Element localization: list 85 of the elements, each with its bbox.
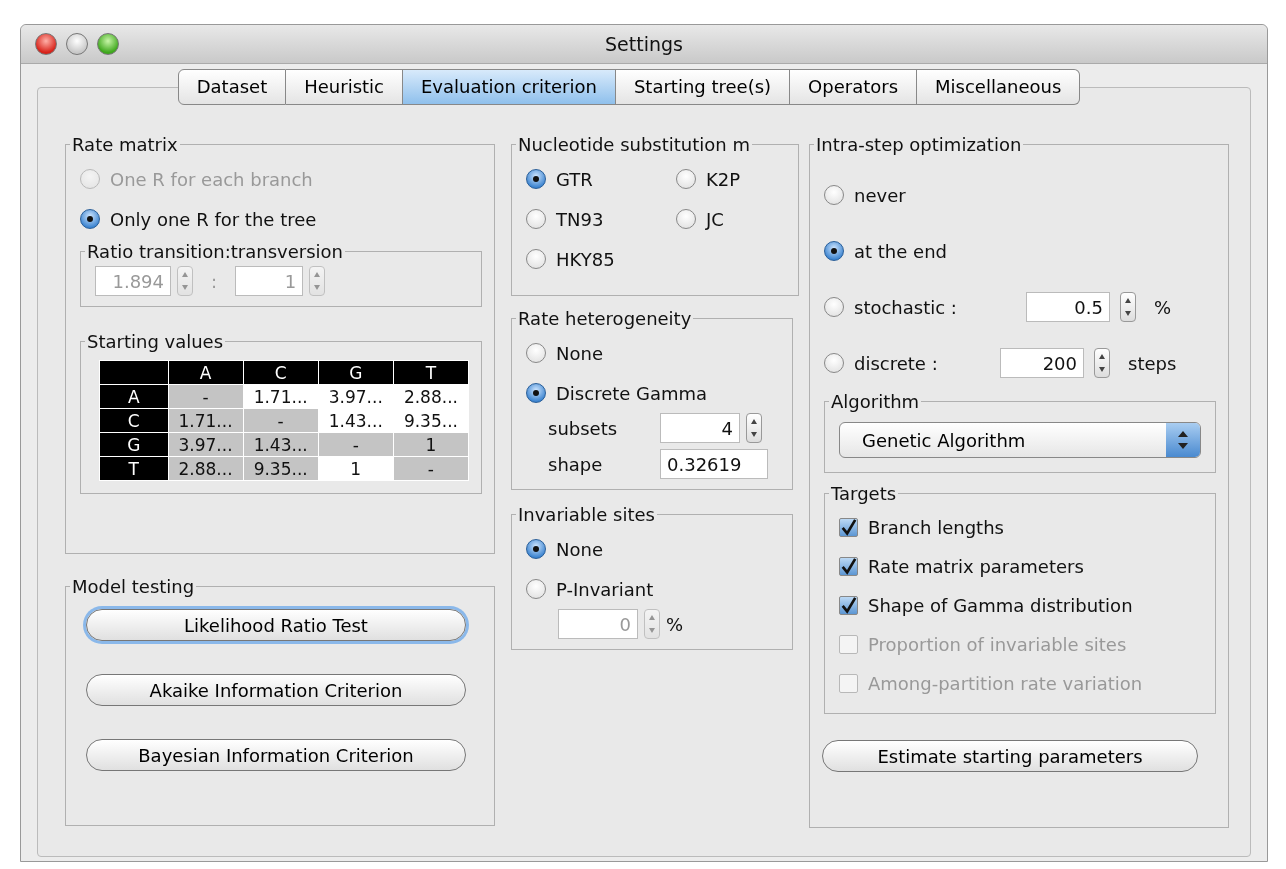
checkbox-label: Rate matrix parameters: [868, 556, 1084, 577]
field-label: shape: [548, 453, 604, 475]
tab[interactable]: Miscellaneous: [917, 69, 1081, 105]
radio-button[interactable]: [526, 579, 546, 599]
column-header: C: [243, 360, 319, 385]
radio-label: Discrete Gamma: [556, 382, 708, 404]
radio-label: One R for each branch: [110, 168, 313, 190]
tab[interactable]: Heuristic: [286, 69, 403, 105]
checkbox[interactable]: [839, 518, 858, 537]
group-title: Nucleotide substitution m: [517, 134, 751, 155]
radio-label: GTR: [556, 168, 593, 190]
field-label: subsets: [548, 417, 619, 439]
group-title: Invariable sites: [517, 504, 656, 525]
radio-label: JC: [706, 208, 724, 230]
radio-button[interactable]: [824, 241, 844, 261]
group-title: Targets: [830, 483, 898, 504]
radio-label: stochastic :: [854, 296, 958, 318]
unit-label: %: [1154, 296, 1172, 318]
test-button[interactable]: Bayesian Information Criterion: [86, 739, 466, 771]
group-title: Rate matrix: [71, 134, 179, 155]
window-title: Settings: [605, 33, 683, 55]
radio-button[interactable]: [526, 539, 546, 559]
checkbox-label: Shape of Gamma distribution: [868, 595, 1133, 616]
column-header: T: [393, 360, 469, 385]
row-header: C: [99, 408, 168, 433]
radio-button[interactable]: [824, 353, 844, 373]
separator-text: :: [211, 270, 218, 292]
tab[interactable]: Dataset: [177, 69, 287, 105]
tab[interactable]: Operators: [790, 69, 918, 105]
tab[interactable]: Evaluation criterion: [403, 69, 616, 105]
test-button[interactable]: Likelihood Ratio Test: [86, 609, 466, 641]
group-title: Ratio transition:transversion: [86, 241, 344, 262]
row-header: G: [99, 432, 168, 457]
number-field[interactable]: 200: [1000, 348, 1084, 378]
number-field[interactable]: 4: [660, 413, 740, 443]
radio-label: None: [556, 538, 603, 560]
estimate-button[interactable]: Estimate starting parameters: [822, 740, 1198, 772]
number-field[interactable]: 0.32619: [660, 449, 768, 479]
radio-label: discrete :: [854, 352, 939, 374]
radio-button[interactable]: [526, 343, 546, 363]
group-title: Intra-step optimization: [815, 134, 1023, 155]
radio-label: never: [854, 184, 906, 206]
radio-label: K2P: [706, 168, 741, 190]
column-header: G: [318, 360, 394, 385]
radio-label: TN93: [556, 208, 604, 230]
radio-button[interactable]: [676, 169, 696, 189]
radio-label: P-Invariant: [556, 578, 654, 600]
radio-button[interactable]: [824, 297, 844, 317]
group-title: Starting values: [86, 331, 225, 352]
minimize-button[interactable]: [66, 33, 88, 55]
row-header: T: [99, 456, 168, 481]
radio-button[interactable]: [526, 209, 546, 229]
zoom-button[interactable]: [97, 33, 119, 55]
checkbox-label: Branch lengths: [868, 517, 1004, 538]
test-button[interactable]: Akaike Information Criterion: [86, 674, 466, 706]
radio-button[interactable]: [526, 383, 546, 403]
checkbox-label: Proportion of invariable sites: [868, 634, 1127, 655]
checkbox-label: Among-partition rate variation: [868, 673, 1143, 694]
table-header-cell: [99, 360, 168, 385]
tab[interactable]: Starting tree(s): [615, 69, 791, 105]
group-title: Algorithm: [830, 391, 921, 412]
radio-button[interactable]: [824, 185, 844, 205]
radio-label: Only one R for the tree: [110, 208, 317, 230]
radio-label: None: [556, 342, 603, 364]
stepper-button[interactable]: [746, 413, 762, 443]
radio-label: HKY85: [556, 248, 615, 270]
stepper-button[interactable]: [1120, 292, 1136, 322]
radio-button[interactable]: [526, 249, 546, 269]
number-field[interactable]: 0.5: [1026, 292, 1110, 322]
unit-label: %: [666, 613, 684, 635]
radio-button[interactable]: [526, 169, 546, 189]
checkbox[interactable]: [839, 596, 858, 615]
radio-button[interactable]: [676, 209, 696, 229]
column-header: A: [168, 360, 244, 385]
group-title: Model testing: [71, 576, 196, 597]
group-title: Rate heterogeneity: [517, 308, 693, 329]
algorithm-dropdown[interactable]: Genetic Algorithm: [839, 422, 1201, 458]
unit-label: steps: [1128, 352, 1177, 374]
radio-label: at the end: [854, 240, 947, 262]
stepper-button[interactable]: [1094, 348, 1110, 378]
close-button[interactable]: [35, 33, 57, 55]
radio-button[interactable]: [80, 209, 100, 229]
row-header: A: [99, 384, 168, 409]
checkbox[interactable]: [839, 557, 858, 576]
updown-arrows-icon: [1166, 423, 1200, 457]
